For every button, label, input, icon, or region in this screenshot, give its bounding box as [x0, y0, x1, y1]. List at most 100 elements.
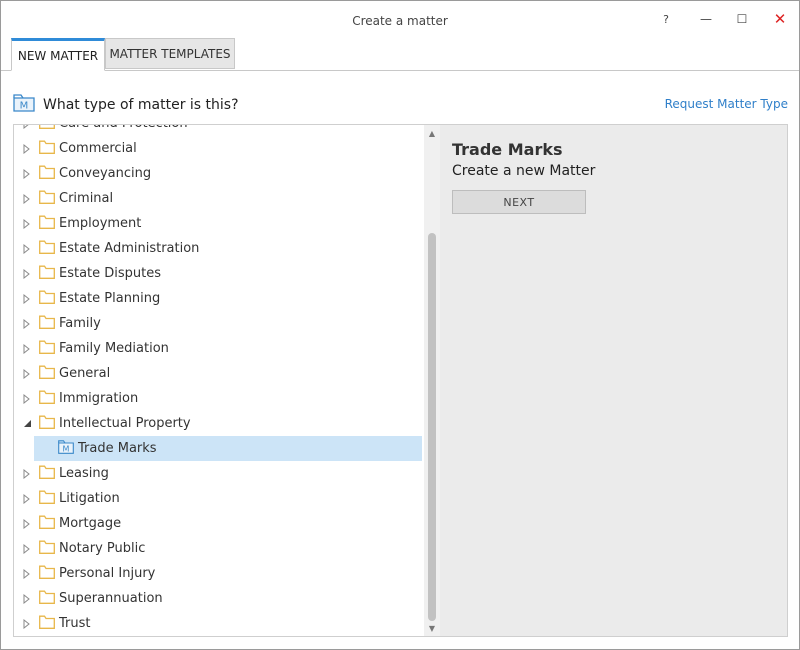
tree-scrollbar[interactable]: ▲ ▼	[424, 125, 440, 636]
expand-arrow-icon[interactable]	[22, 543, 32, 554]
expand-arrow-icon[interactable]	[22, 243, 32, 254]
tree-item-criminal[interactable]: Criminal	[14, 186, 422, 211]
next-button[interactable]: NEXT	[452, 190, 586, 214]
tree-item-label: Estate Disputes	[59, 266, 162, 281]
expand-arrow-icon[interactable]	[22, 318, 32, 329]
folder-icon	[39, 215, 55, 233]
folder-icon	[39, 240, 55, 258]
expand-arrow-icon[interactable]	[22, 518, 32, 529]
folder-icon	[39, 390, 55, 408]
detail-title: Trade Marks	[452, 140, 563, 159]
tree-item-leasing[interactable]: Leasing	[14, 461, 422, 486]
tree-item-label: Leasing	[59, 466, 109, 481]
tree-item-trust[interactable]: Trust	[14, 611, 422, 636]
tree-item-care-and-protection[interactable]: Care and Protection	[14, 125, 422, 136]
tree-item-label: Trade Marks	[78, 441, 157, 456]
tree-item-estate-administration[interactable]: Estate Administration	[14, 236, 422, 261]
tab-new-matter[interactable]: NEW MATTER	[11, 38, 105, 71]
folder-icon	[39, 290, 55, 308]
tree-item-personal-injury[interactable]: Personal Injury	[14, 561, 422, 586]
tree-item-notary-public[interactable]: Notary Public	[14, 536, 422, 561]
expand-arrow-icon[interactable]	[22, 125, 32, 129]
tree-item-label: Estate Administration	[59, 241, 200, 256]
expand-arrow-icon[interactable]	[22, 193, 32, 204]
tab-bar: NEW MATTER MATTER TEMPLATES	[1, 38, 799, 71]
expand-arrow-icon[interactable]	[22, 618, 32, 629]
tree-item-label: Conveyancing	[59, 166, 152, 181]
tree-item-label: Commercial	[59, 141, 137, 156]
tree-item-label: Litigation	[59, 491, 120, 506]
expand-arrow-icon[interactable]	[22, 368, 32, 379]
svg-text:M: M	[20, 101, 29, 112]
tree-item-intellectual-property[interactable]: Intellectual Property	[14, 411, 422, 436]
svg-text:M: M	[63, 444, 70, 453]
tree-item-label: Care and Protection	[59, 125, 188, 131]
tree-item-family[interactable]: Family	[14, 311, 422, 336]
tree-item-family-mediation[interactable]: Family Mediation	[14, 336, 422, 361]
matter-type-tree: Care and Protection Commercial Conveyancin…	[13, 124, 441, 637]
detail-subtitle: Create a new Matter	[452, 163, 596, 179]
tree-item-label: Notary Public	[59, 541, 146, 556]
tree-item-superannuation[interactable]: Superannuation	[14, 586, 422, 611]
tree-item-mortgage[interactable]: Mortgage	[14, 511, 422, 536]
tree-item-label: Immigration	[59, 391, 139, 406]
tree-item-trade-marks[interactable]: M Trade Marks	[34, 436, 422, 461]
tree-item-label: Mortgage	[59, 516, 122, 531]
tree-item-label: Family Mediation	[59, 341, 169, 356]
folder-icon	[39, 315, 55, 333]
matter-type-icon: M	[58, 439, 74, 458]
title-bar: Create a matter ? — ☐ ✕	[1, 1, 799, 39]
question-heading: M What type of matter is this?	[13, 94, 239, 116]
folder-icon	[39, 415, 55, 433]
tree-item-label: Intellectual Property	[59, 416, 191, 431]
folder-icon	[39, 465, 55, 483]
folder-icon	[39, 565, 55, 583]
folder-icon	[39, 540, 55, 558]
tree-item-estate-disputes[interactable]: Estate Disputes	[14, 261, 422, 286]
expand-arrow-icon[interactable]	[22, 143, 32, 154]
scroll-down-arrow-icon[interactable]: ▼	[424, 620, 440, 636]
tree-item-conveyancing[interactable]: Conveyancing	[14, 161, 422, 186]
folder-icon	[39, 190, 55, 208]
tree-item-label: Estate Planning	[59, 291, 161, 306]
tree-item-immigration[interactable]: Immigration	[14, 386, 422, 411]
help-button[interactable]: ?	[651, 7, 681, 31]
tree-item-label: Superannuation	[59, 591, 163, 606]
request-matter-type-link[interactable]: Request Matter Type	[665, 97, 788, 111]
folder-icon	[39, 265, 55, 283]
tree-item-label: Employment	[59, 216, 142, 231]
expand-arrow-icon[interactable]	[22, 568, 32, 579]
folder-icon	[39, 490, 55, 508]
scroll-thumb[interactable]	[428, 233, 436, 621]
expand-arrow-icon[interactable]	[22, 343, 32, 354]
folder-icon	[39, 365, 55, 383]
tree-item-commercial[interactable]: Commercial	[14, 136, 422, 161]
heading-text: What type of matter is this?	[43, 97, 239, 113]
tab-matter-templates[interactable]: MATTER TEMPLATES	[105, 38, 235, 69]
tree-item-estate-planning[interactable]: Estate Planning	[14, 286, 422, 311]
expand-arrow-icon[interactable]	[22, 468, 32, 479]
tree-item-employment[interactable]: Employment	[14, 211, 422, 236]
maximize-button[interactable]: ☐	[727, 7, 757, 31]
expand-arrow-icon[interactable]	[22, 168, 32, 179]
folder-icon	[39, 515, 55, 533]
scroll-up-arrow-icon[interactable]: ▲	[424, 125, 440, 141]
expand-arrow-icon[interactable]	[22, 393, 32, 404]
matter-icon: M	[13, 94, 35, 116]
expand-arrow-icon[interactable]	[22, 293, 32, 304]
folder-icon	[39, 125, 55, 133]
expand-arrow-icon[interactable]	[22, 493, 32, 504]
expand-arrow-icon[interactable]	[22, 268, 32, 279]
tree-item-general[interactable]: General	[14, 361, 422, 386]
tree-item-litigation[interactable]: Litigation	[14, 486, 422, 511]
minimize-button[interactable]: —	[691, 7, 721, 31]
tree-item-label: Personal Injury	[59, 566, 156, 581]
close-button[interactable]: ✕	[765, 7, 795, 31]
expand-arrow-icon[interactable]	[22, 218, 32, 229]
tree-item-label: General	[59, 366, 111, 381]
folder-icon	[39, 140, 55, 158]
expand-arrow-icon[interactable]	[22, 593, 32, 604]
folder-icon	[39, 165, 55, 183]
collapse-arrow-icon[interactable]	[22, 419, 32, 429]
tree-item-label: Trust	[59, 616, 91, 631]
